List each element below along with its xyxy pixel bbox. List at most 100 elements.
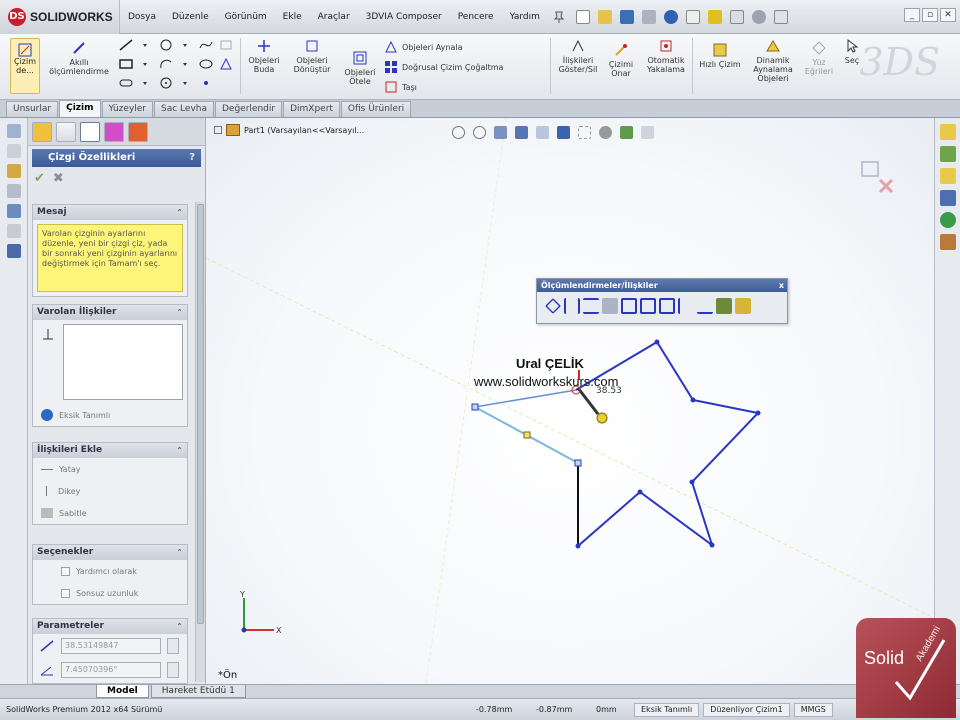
file-properties-icon[interactable] [729, 9, 744, 24]
select-cursor-icon[interactable] [685, 9, 700, 24]
automatic-relations-icon[interactable] [716, 298, 732, 314]
trim-entities-button[interactable]: Objeleri Buda [244, 38, 284, 74]
panel-scrollbar[interactable] [195, 202, 205, 682]
star-sketch-outline[interactable] [575, 340, 760, 549]
solidworks-logo[interactable]: DS SOLIDWORKS [0, 0, 120, 34]
cancel-x-icon[interactable]: ✖ [53, 171, 64, 186]
dropdown-icon[interactable] [178, 76, 194, 90]
rebuild-icon[interactable] [707, 9, 722, 24]
dropdown-icon[interactable] [138, 76, 154, 90]
tab-unsurlar[interactable]: Unsurlar [6, 101, 59, 117]
offset-entities-button[interactable]: Objeleri Ötele [340, 50, 380, 86]
pin-icon[interactable] [552, 10, 566, 24]
display-manager-tab-icon[interactable] [128, 121, 148, 142]
dropdown-icon[interactable] [178, 57, 194, 71]
ok-check-icon[interactable]: ✔ [34, 171, 45, 186]
infinite-length-option[interactable]: Sonsuz uzunluk [33, 582, 187, 604]
collapse-chevron-icon[interactable]: ⌃ [176, 205, 183, 220]
spline-icon[interactable] [198, 38, 214, 52]
close-button[interactable]: ✕ [940, 8, 956, 22]
fix-relation[interactable]: Sabitle [33, 502, 187, 524]
for-construction-option[interactable]: Yardımcı olarak [33, 560, 187, 582]
vertex-point[interactable] [637, 489, 643, 495]
custom-properties-icon[interactable] [940, 234, 956, 250]
sketch-picture-icon[interactable] [7, 224, 21, 238]
exit-sketch-icon[interactable] [861, 161, 879, 177]
view-orientation-icon[interactable] [536, 126, 549, 139]
length-input[interactable]: 38.53149847 [61, 638, 161, 654]
part-name[interactable]: Part1 (Varsayılan<<Varsayıl... [244, 126, 364, 135]
polygon-icon[interactable] [158, 76, 174, 90]
tab-model[interactable]: Model [96, 685, 149, 698]
scroll-thumb[interactable] [197, 204, 204, 624]
linear-pattern-button[interactable]: Doğrusal Çizim Çoğaltma [384, 60, 503, 74]
tab-ofis-urunleri[interactable]: Ofis Ürünleri [340, 101, 412, 117]
menu-pencere[interactable]: Pencere [450, 0, 502, 34]
smart-dimension-icon[interactable] [545, 298, 561, 314]
vertex-point[interactable] [654, 339, 660, 345]
collapse-chevron-icon[interactable]: ⌃ [176, 545, 183, 560]
rectangle-icon[interactable] [118, 57, 134, 71]
add-relations-header[interactable]: İlişkileri Ekle ⌃ [33, 443, 187, 458]
view-settings-icon[interactable] [641, 126, 654, 139]
face-curves-button[interactable]: Yüz Eğrileri [800, 40, 838, 76]
move-entities-button[interactable]: Taşı [384, 80, 417, 94]
menu-ekle[interactable]: Ekle [275, 0, 310, 34]
endpoint-marker[interactable] [574, 459, 582, 467]
chamfer-dimension-icon[interactable] [678, 298, 694, 314]
display-delete-relations-button[interactable]: İlişkileri Göster/Sil [554, 38, 602, 74]
vertex-point[interactable] [689, 479, 695, 485]
unit-system[interactable]: MMGS [793, 702, 833, 717]
tab-cizim[interactable]: Çizim [59, 100, 101, 117]
tab-motion-study[interactable]: Hareket Etüdü 1 [150, 685, 246, 698]
for-construction-checkbox[interactable] [61, 566, 70, 576]
tab-dimxpert[interactable]: DimXpert [283, 101, 340, 117]
property-manager-tab-icon[interactable] [56, 121, 76, 142]
text-icon[interactable] [218, 57, 234, 71]
repair-sketch-button[interactable]: Çizimi Onar [604, 42, 638, 78]
ordinate-dimension-icon[interactable] [621, 298, 637, 314]
edit-appearance-icon[interactable] [599, 126, 612, 139]
collapse-chevron-icon[interactable]: ⌃ [176, 619, 183, 634]
sketch-3d-icon[interactable] [7, 164, 21, 178]
feature-tree-flyout[interactable]: Part1 (Varsayılan<<Varsayıl... [214, 124, 364, 136]
point-icon[interactable] [198, 76, 214, 90]
feature-tree-tab-icon[interactable] [32, 121, 52, 142]
restore-button[interactable]: ▫ [922, 8, 938, 22]
dropdown-icon[interactable] [138, 57, 154, 71]
menu-araclar[interactable]: Araçlar [310, 0, 358, 34]
message-group-header[interactable]: Mesaj ⌃ [33, 205, 187, 220]
solidworks-resources-icon[interactable] [940, 124, 956, 140]
sketch-grid-icon[interactable] [7, 184, 21, 198]
open-folder-icon[interactable] [597, 9, 612, 24]
slot-icon[interactable] [118, 76, 134, 90]
file-explorer-icon[interactable] [940, 168, 956, 184]
menu-yardim[interactable]: Yardım [502, 0, 548, 34]
dropdown-icon[interactable] [178, 38, 194, 52]
sketch-relations-icon[interactable] [7, 124, 21, 138]
minimize-button[interactable]: _ [904, 8, 920, 22]
vertex-point[interactable] [755, 410, 761, 416]
apply-scene-icon[interactable] [620, 126, 633, 139]
tab-sac-levha[interactable]: Sac Levha [154, 101, 214, 117]
dimensions-relations-toolbar-title[interactable]: Ölçümlendirmeler/İlişkiler x [537, 279, 787, 292]
infinite-length-checkbox[interactable] [61, 588, 70, 598]
display-style-icon[interactable] [557, 126, 570, 139]
mirror-entities-button[interactable]: Objeleri Aynala [384, 40, 462, 54]
arc-icon[interactable] [158, 57, 174, 71]
vertex-point[interactable] [709, 542, 715, 548]
new-document-icon[interactable] [575, 9, 590, 24]
sketch-drawing[interactable] [206, 118, 934, 684]
cancel-sketch-icon[interactable] [878, 178, 894, 194]
midpoint-marker[interactable] [523, 431, 531, 439]
horizontal-dimension-icon[interactable] [564, 298, 580, 314]
configuration-manager-tab-icon[interactable] [80, 121, 100, 142]
ellipse-icon[interactable] [198, 57, 214, 71]
length-spinner[interactable] [167, 638, 179, 654]
expand-icon[interactable] [214, 126, 222, 134]
baseline-dimension-icon[interactable] [602, 298, 618, 314]
editing-status[interactable]: Düzenliyor Çizim1 [703, 702, 790, 717]
angle-spinner[interactable] [167, 662, 179, 678]
undo-icon[interactable] [663, 9, 678, 24]
tab-yuzeyler[interactable]: Yüzeyler [101, 101, 154, 117]
